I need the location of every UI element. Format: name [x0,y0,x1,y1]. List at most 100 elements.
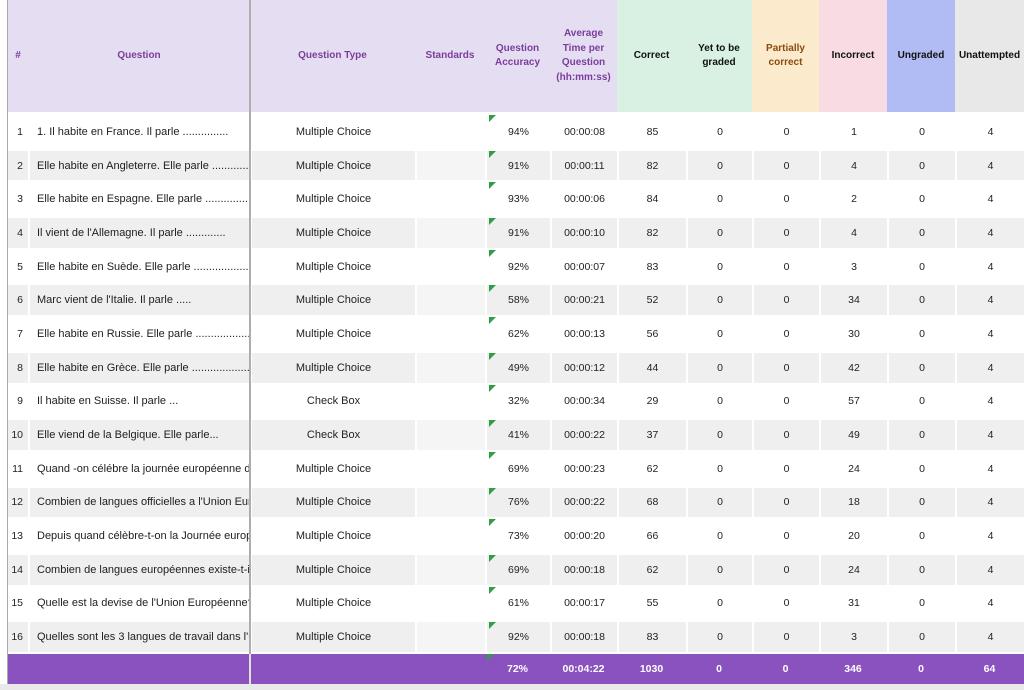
unattempted-cell: 4 [955,519,1024,553]
question-cell[interactable]: Quand -on célébre la journée européenne … [28,452,250,486]
table-row[interactable]: 14 Combien de langues européennes existe… [8,553,1024,587]
question-type-cell: Multiple Choice [250,452,415,486]
question-cell[interactable]: Elle habite en Russie. Elle parle ......… [28,317,250,351]
table-row[interactable]: 3 Elle habite en Espagne. Elle parle ...… [8,182,1024,216]
incorrect-cell: 4 [819,218,887,248]
correct-cell: 85 [617,115,686,149]
question-type-cell: Multiple Choice [250,250,415,284]
standards-cell [415,488,485,518]
bottom-scroll-track[interactable] [0,684,1024,690]
ungraded-cell: 0 [887,519,955,553]
ungraded-cell: 0 [887,182,955,216]
question-cell[interactable]: Elle habite en Suède. Elle parle .......… [28,250,250,284]
unattempted-cell: 4 [955,452,1024,486]
incorrect-cell: 57 [819,385,887,419]
question-cell[interactable]: Elle habite en Espagne. Elle parle .....… [28,182,250,216]
accuracy-cell: 92% [485,622,550,652]
correct-cell: 55 [617,587,686,621]
table-header-row: # Question Question Type Standards Quest… [8,0,1024,112]
question-cell[interactable]: 1. Il habite en France. Il parle .......… [28,115,250,149]
table-row[interactable]: 9 Il habite en Suisse. Il parle ... Chec… [8,385,1024,419]
standards-cell [415,250,485,284]
question-cell[interactable]: Il habite en Suisse. Il parle ... [28,385,250,419]
accuracy-cell: 62% [485,317,550,351]
question-type-cell: Multiple Choice [250,488,415,518]
standards-cell [415,555,485,585]
accuracy-value: 91% [508,160,529,172]
question-cell[interactable]: Il vient de l'Allemagne. Il parle ......… [28,218,250,248]
summary-accuracy-cell: 72% [485,654,550,684]
standards-cell [415,285,485,315]
partially-correct-cell: 0 [752,285,819,315]
avg-time-cell: 00:00:11 [550,151,617,181]
header-question-accuracy: Question Accuracy [485,0,550,112]
accuracy-value: 69% [508,463,529,475]
cell-note-indicator-icon [489,587,496,594]
table-row[interactable]: 7 Elle habite en Russie. Elle parle ....… [8,317,1024,351]
correct-cell: 52 [617,285,686,315]
avg-time-cell: 00:00:08 [550,115,617,149]
yet-to-be-graded-cell: 0 [686,182,752,216]
accuracy-value: 94% [508,126,529,138]
question-cell[interactable]: Marc vient de l'Italie. Il parle ..... [28,285,250,315]
avg-time-cell: 00:00:18 [550,555,617,585]
partially-correct-cell: 0 [752,182,819,216]
accuracy-value: 92% [508,631,529,643]
question-cell[interactable]: Elle viend de la Belgique. Elle parle... [28,420,250,450]
accuracy-cell: 69% [485,555,550,585]
row-number: 14 [8,555,28,585]
ungraded-cell: 0 [887,353,955,383]
avg-time-cell: 00:00:20 [550,519,617,553]
accuracy-cell: 92% [485,250,550,284]
accuracy-cell: 73% [485,519,550,553]
partially-correct-cell: 0 [752,385,819,419]
avg-time-cell: 00:00:13 [550,317,617,351]
table-row[interactable]: 15 Quelle est la devise de l'Union Europ… [8,587,1024,621]
cell-note-indicator-icon [489,622,496,629]
incorrect-cell: 30 [819,317,887,351]
question-cell[interactable]: Depuis quand célèbre-t-on la Journée eur… [28,519,250,553]
question-cell[interactable]: Combien de langues officielles a l'Union… [28,488,250,518]
question-cell[interactable]: Quelles sont les 3 langues de travail da… [28,622,250,652]
table-row[interactable]: 8 Elle habite en Grèce. Elle parle .....… [8,351,1024,385]
accuracy-cell: 91% [485,151,550,181]
correct-cell: 62 [617,555,686,585]
question-cell[interactable]: Quelle est la devise de l'Union Européen… [28,587,250,621]
question-type-cell: Multiple Choice [250,353,415,383]
partially-correct-cell: 0 [752,151,819,181]
avg-time-cell: 00:00:34 [550,385,617,419]
incorrect-cell: 18 [819,488,887,518]
table-row[interactable]: 16 Quelles sont les 3 langues de travail… [8,620,1024,654]
table-row[interactable]: 12 Combien de langues officielles a l'Un… [8,486,1024,520]
partially-correct-cell: 0 [752,218,819,248]
table-row[interactable]: 5 Elle habite en Suède. Elle parle .....… [8,250,1024,284]
table-row[interactable]: 13 Depuis quand célèbre-t-on la Journée … [8,519,1024,553]
summary-question-cell [28,654,250,684]
row-number: 7 [8,317,28,351]
question-cell[interactable]: Combien de langues européennes existe-t-… [28,555,250,585]
partially-correct-cell: 0 [752,622,819,652]
table-row[interactable]: 1 1. Il habite en France. Il parle .....… [8,115,1024,149]
table-row[interactable]: 10 Elle viend de la Belgique. Elle parle… [8,418,1024,452]
accuracy-cell: 61% [485,587,550,621]
unattempted-cell: 4 [955,587,1024,621]
table-row[interactable]: 11 Quand -on célébre la journée européen… [8,452,1024,486]
accuracy-value: 76% [508,496,529,508]
correct-cell: 83 [617,622,686,652]
standards-cell [415,420,485,450]
accuracy-value: 92% [508,261,529,273]
partially-correct-cell: 0 [752,555,819,585]
accuracy-cell: 94% [485,115,550,149]
accuracy-cell: 41% [485,420,550,450]
question-column-divider [249,0,251,684]
table-row[interactable]: 2 Elle habite en Angleterre. Elle parle … [8,149,1024,183]
cell-note-indicator-icon [489,218,496,225]
avg-time-cell: 00:00:17 [550,587,617,621]
table-row[interactable]: 4 Il vient de l'Allemagne. Il parle ....… [8,216,1024,250]
standards-cell [415,182,485,216]
question-cell[interactable]: Elle habite en Grèce. Elle parle .......… [28,353,250,383]
table-row[interactable]: 6 Marc vient de l'Italie. Il parle .....… [8,283,1024,317]
yet-to-be-graded-cell: 0 [686,317,752,351]
cell-note-indicator-icon [489,452,496,459]
question-cell[interactable]: Elle habite en Angleterre. Elle parle ..… [28,151,250,181]
